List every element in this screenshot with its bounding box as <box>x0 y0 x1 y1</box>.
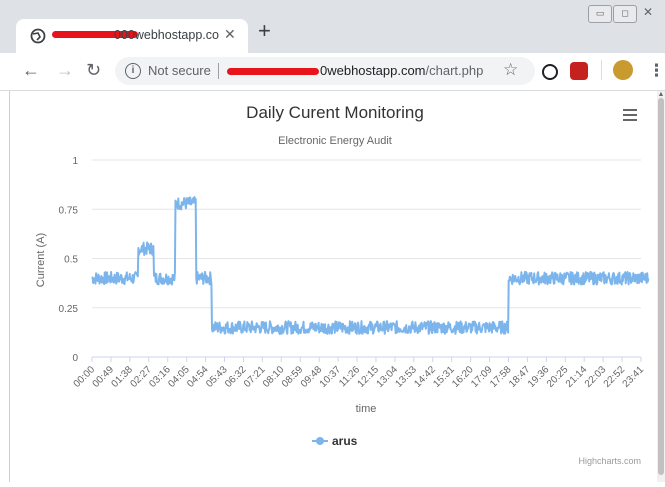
x-axis-label: time <box>356 403 377 415</box>
y-tick-label: 0 <box>72 353 78 364</box>
legend-label: arus <box>332 434 358 448</box>
browser-window: 000webhostapp.co ✕ + ▭ ◻ ✕ ← → ↻ i Not s… <box>0 0 665 482</box>
series-line-arus[interactable] <box>91 196 650 335</box>
hamburger-icon[interactable] <box>623 109 637 121</box>
chart-title: Daily Curent Monitoring <box>246 103 424 122</box>
redaction-mark <box>227 68 319 75</box>
y-axis-label: Current (A) <box>35 233 47 287</box>
y-tick-label: 0.75 <box>59 205 79 216</box>
new-tab-button[interactable]: + <box>258 20 271 42</box>
x-tick-label: 23:41 <box>621 364 647 390</box>
extension-icon[interactable] <box>570 62 588 80</box>
address-bar[interactable]: i Not secure 0webhostapp.com/chart.php ☆ <box>115 57 535 85</box>
toolbar-divider <box>601 60 602 80</box>
url-path: /chart.php <box>425 63 484 78</box>
browser-menu-icon[interactable]: ⋮ <box>648 61 665 81</box>
legend-marker <box>316 437 324 445</box>
legend-item-arus[interactable]: arus <box>312 434 358 448</box>
close-window-button[interactable]: ✕ <box>643 5 653 19</box>
browser-tab[interactable]: 000webhostapp.co ✕ <box>16 19 248 53</box>
y-tick-label: 1 <box>72 156 78 167</box>
tab-title: 000webhostapp.co <box>114 28 219 42</box>
forward-arrow-icon[interactable]: → <box>56 60 74 81</box>
y-axis-ticks: 0 0.25 0.5 0.75 1 <box>59 156 79 364</box>
scrollbar-thumb[interactable] <box>658 98 664 475</box>
chart-subtitle: Electronic Energy Audit <box>278 135 392 147</box>
url-host: 0webhostapp.com <box>320 63 426 78</box>
back-arrow-icon[interactable]: ← <box>22 60 40 81</box>
browser-toolbar: ← → ↻ i Not secure 0webhostapp.com/chart… <box>0 53 665 91</box>
omnibox-divider <box>218 63 219 79</box>
x-tick-label: 10:37 <box>318 364 344 390</box>
url-text: 0webhostapp.com/chart.php <box>320 63 483 78</box>
page-content: Daily Curent Monitoring Electronic Energ… <box>10 91 655 482</box>
extension-icon[interactable] <box>542 64 558 80</box>
scroll-up-arrow[interactable]: ▲ <box>657 91 665 98</box>
chart-credits[interactable]: Highcharts.com <box>578 456 641 466</box>
maximize-button[interactable]: ◻ <box>613 5 637 23</box>
reload-icon[interactable]: ↻ <box>86 60 101 81</box>
chart: Daily Curent Monitoring Electronic Energ… <box>35 103 650 466</box>
tab-strip: 000webhostapp.co ✕ + ▭ ◻ ✕ <box>0 0 665 53</box>
not-secure-label: Not secure <box>148 63 211 78</box>
bookmark-star-icon[interactable]: ☆ <box>503 60 518 80</box>
info-icon[interactable]: i <box>125 63 141 79</box>
x-axis-ticks: 00:0000:4901:3802:2703:1604:0504:5405:43… <box>72 357 647 390</box>
minimize-button[interactable]: ▭ <box>588 5 612 23</box>
profile-avatar[interactable] <box>613 60 633 80</box>
tab-close-button[interactable]: ✕ <box>224 26 236 43</box>
y-tick-label: 0.25 <box>59 304 79 315</box>
globe-icon <box>30 28 46 44</box>
y-tick-label: 0.5 <box>64 255 78 266</box>
